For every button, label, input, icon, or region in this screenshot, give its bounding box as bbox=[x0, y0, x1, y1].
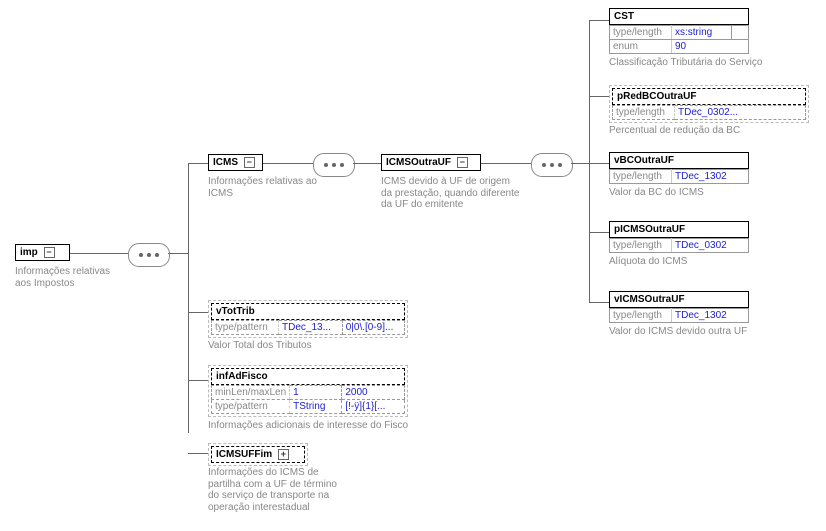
attr-value: [!-ÿ]{1}[... bbox=[342, 400, 405, 414]
connector-line bbox=[188, 453, 208, 454]
attr-value: TDec_1302 bbox=[672, 309, 749, 323]
desc-icmsuffim: Informações do ICMS de partilha com a UF… bbox=[208, 467, 338, 513]
title-text: CST bbox=[614, 11, 634, 22]
attr-label: type/length bbox=[613, 106, 675, 120]
attr-label: type/length bbox=[610, 170, 672, 184]
attr-value: TDec_0302... bbox=[675, 106, 806, 120]
attr-value: xs:string bbox=[672, 26, 732, 40]
attr-table: type/lengthTDec_1302 bbox=[609, 308, 749, 323]
desc-icms: Informações relativas ao ICMS bbox=[208, 176, 318, 199]
connector-line bbox=[188, 380, 208, 381]
connector-line bbox=[589, 302, 609, 303]
node-title[interactable]: infAdFisco bbox=[211, 368, 405, 385]
node-picms: pICMSOutraUF type/lengthTDec_0302 bbox=[609, 221, 749, 253]
title-text: ICMSOutraUF bbox=[386, 157, 451, 168]
attr-label: type/length bbox=[610, 239, 672, 253]
expand-icon[interactable]: + bbox=[278, 449, 289, 460]
node-title[interactable]: vICMSOutraUF bbox=[609, 291, 749, 308]
node-imp: imp − bbox=[15, 244, 70, 261]
connector-line bbox=[168, 253, 188, 254]
attr-label: enum bbox=[610, 40, 672, 54]
attr-value: TDec_0302 bbox=[672, 239, 749, 253]
desc-vtottrib: Valor Total dos Tributos bbox=[208, 340, 388, 352]
node-title[interactable]: vBCOutraUF bbox=[609, 152, 749, 169]
desc-cst: Classificação Tributária do Serviço bbox=[609, 57, 779, 69]
attr-value: 90 bbox=[672, 40, 749, 54]
attr-table: type/lengthxs:string enum90 bbox=[609, 25, 749, 54]
title-text: infAdFisco bbox=[216, 371, 268, 382]
node-icms: ICMS − bbox=[208, 154, 263, 171]
attr-label: type/pattern bbox=[212, 400, 290, 414]
desc-infadfisco: Informações adicionais de interesse do F… bbox=[208, 420, 418, 432]
node-icmsoutrauf: ICMSOutraUF − bbox=[381, 154, 481, 171]
node-title[interactable]: pICMSOutraUF bbox=[609, 221, 749, 238]
connector-line bbox=[481, 163, 531, 164]
sequence-connector bbox=[531, 153, 573, 177]
connector-line bbox=[589, 163, 609, 164]
desc-imp: Informações relativas aos Impostos bbox=[15, 266, 125, 289]
node-title[interactable]: ICMS − bbox=[208, 154, 263, 171]
connector-line bbox=[571, 163, 589, 164]
attr-table: type/patternTDec_13...0|0\.[0-9]... bbox=[211, 320, 405, 335]
connector-line bbox=[70, 253, 128, 254]
node-vbc: vBCOutraUF type/lengthTDec_1302 bbox=[609, 152, 749, 184]
title-text: imp bbox=[20, 247, 38, 258]
attr-label: minLen/maxLen bbox=[212, 386, 290, 400]
attr-label: type/length bbox=[610, 26, 672, 40]
title-text: pICMSOutraUF bbox=[614, 224, 685, 235]
attr-label: type/pattern bbox=[212, 321, 279, 335]
attr-value bbox=[732, 26, 749, 40]
connector-line bbox=[263, 163, 313, 164]
node-title[interactable]: pRedBCOutraUF bbox=[612, 88, 806, 105]
connector-line bbox=[188, 163, 208, 164]
title-text: pRedBCOutraUF bbox=[617, 91, 696, 102]
desc-icmsoutrauf: ICMS devido à UF de origem da prestação,… bbox=[381, 176, 521, 211]
desc-picms: Alíquota do ICMS bbox=[609, 256, 779, 268]
attr-label: type/length bbox=[610, 309, 672, 323]
desc-predbc: Percentual de redução da BC bbox=[609, 125, 779, 137]
connector-line bbox=[589, 20, 590, 302]
attr-value: TDec_13... bbox=[279, 321, 343, 335]
attr-value: 1 bbox=[290, 386, 342, 400]
connector-line bbox=[353, 163, 381, 164]
title-text: ICMSUFFim bbox=[216, 449, 272, 460]
collapse-icon[interactable]: − bbox=[44, 247, 55, 258]
title-text: ICMS bbox=[213, 157, 238, 168]
title-text: vTotTrib bbox=[216, 306, 255, 317]
node-vicms: vICMSOutraUF type/lengthTDec_1302 bbox=[609, 291, 749, 323]
attr-value: TString bbox=[290, 400, 342, 414]
attr-value: TDec_1302 bbox=[672, 170, 749, 184]
title-text: vBCOutraUF bbox=[614, 155, 674, 166]
connector-line bbox=[589, 232, 609, 233]
sequence-connector bbox=[128, 243, 170, 267]
node-title[interactable]: imp − bbox=[15, 244, 70, 261]
desc-vicms: Valor do ICMS devido outra UF bbox=[609, 326, 799, 338]
node-cst: CST type/lengthxs:string enum90 bbox=[609, 8, 749, 54]
attr-value: 2000 bbox=[342, 386, 405, 400]
node-infadfisco: infAdFisco minLen/maxLen12000 type/patte… bbox=[208, 365, 408, 417]
node-icmsuffim: ICMSUFFim + bbox=[208, 443, 308, 466]
desc-vbc: Valor da BC do ICMS bbox=[609, 187, 779, 199]
title-text: vICMSOutraUF bbox=[614, 294, 685, 305]
attr-table: type/lengthTDec_1302 bbox=[609, 169, 749, 184]
collapse-icon[interactable]: − bbox=[457, 157, 468, 168]
node-title[interactable]: ICMSOutraUF − bbox=[381, 154, 481, 171]
node-vtottrib: vTotTrib type/patternTDec_13...0|0\.[0-9… bbox=[208, 300, 408, 338]
choice-connector bbox=[313, 153, 355, 177]
node-title[interactable]: ICMSUFFim + bbox=[211, 446, 305, 463]
connector-line bbox=[589, 96, 609, 97]
attr-table: type/lengthTDec_0302 bbox=[609, 238, 749, 253]
collapse-icon[interactable]: − bbox=[244, 157, 255, 168]
node-title[interactable]: CST bbox=[609, 8, 749, 25]
attr-value: 0|0\.[0-9]... bbox=[342, 321, 404, 335]
attr-table: minLen/maxLen12000 type/patternTString[!… bbox=[211, 385, 405, 414]
node-title[interactable]: vTotTrib bbox=[211, 303, 405, 320]
connector-line bbox=[589, 20, 609, 21]
node-predbc: pRedBCOutraUF type/lengthTDec_0302... bbox=[609, 85, 809, 123]
connector-line bbox=[188, 312, 208, 313]
attr-table: type/lengthTDec_0302... bbox=[612, 105, 806, 120]
connector-line bbox=[188, 163, 189, 433]
